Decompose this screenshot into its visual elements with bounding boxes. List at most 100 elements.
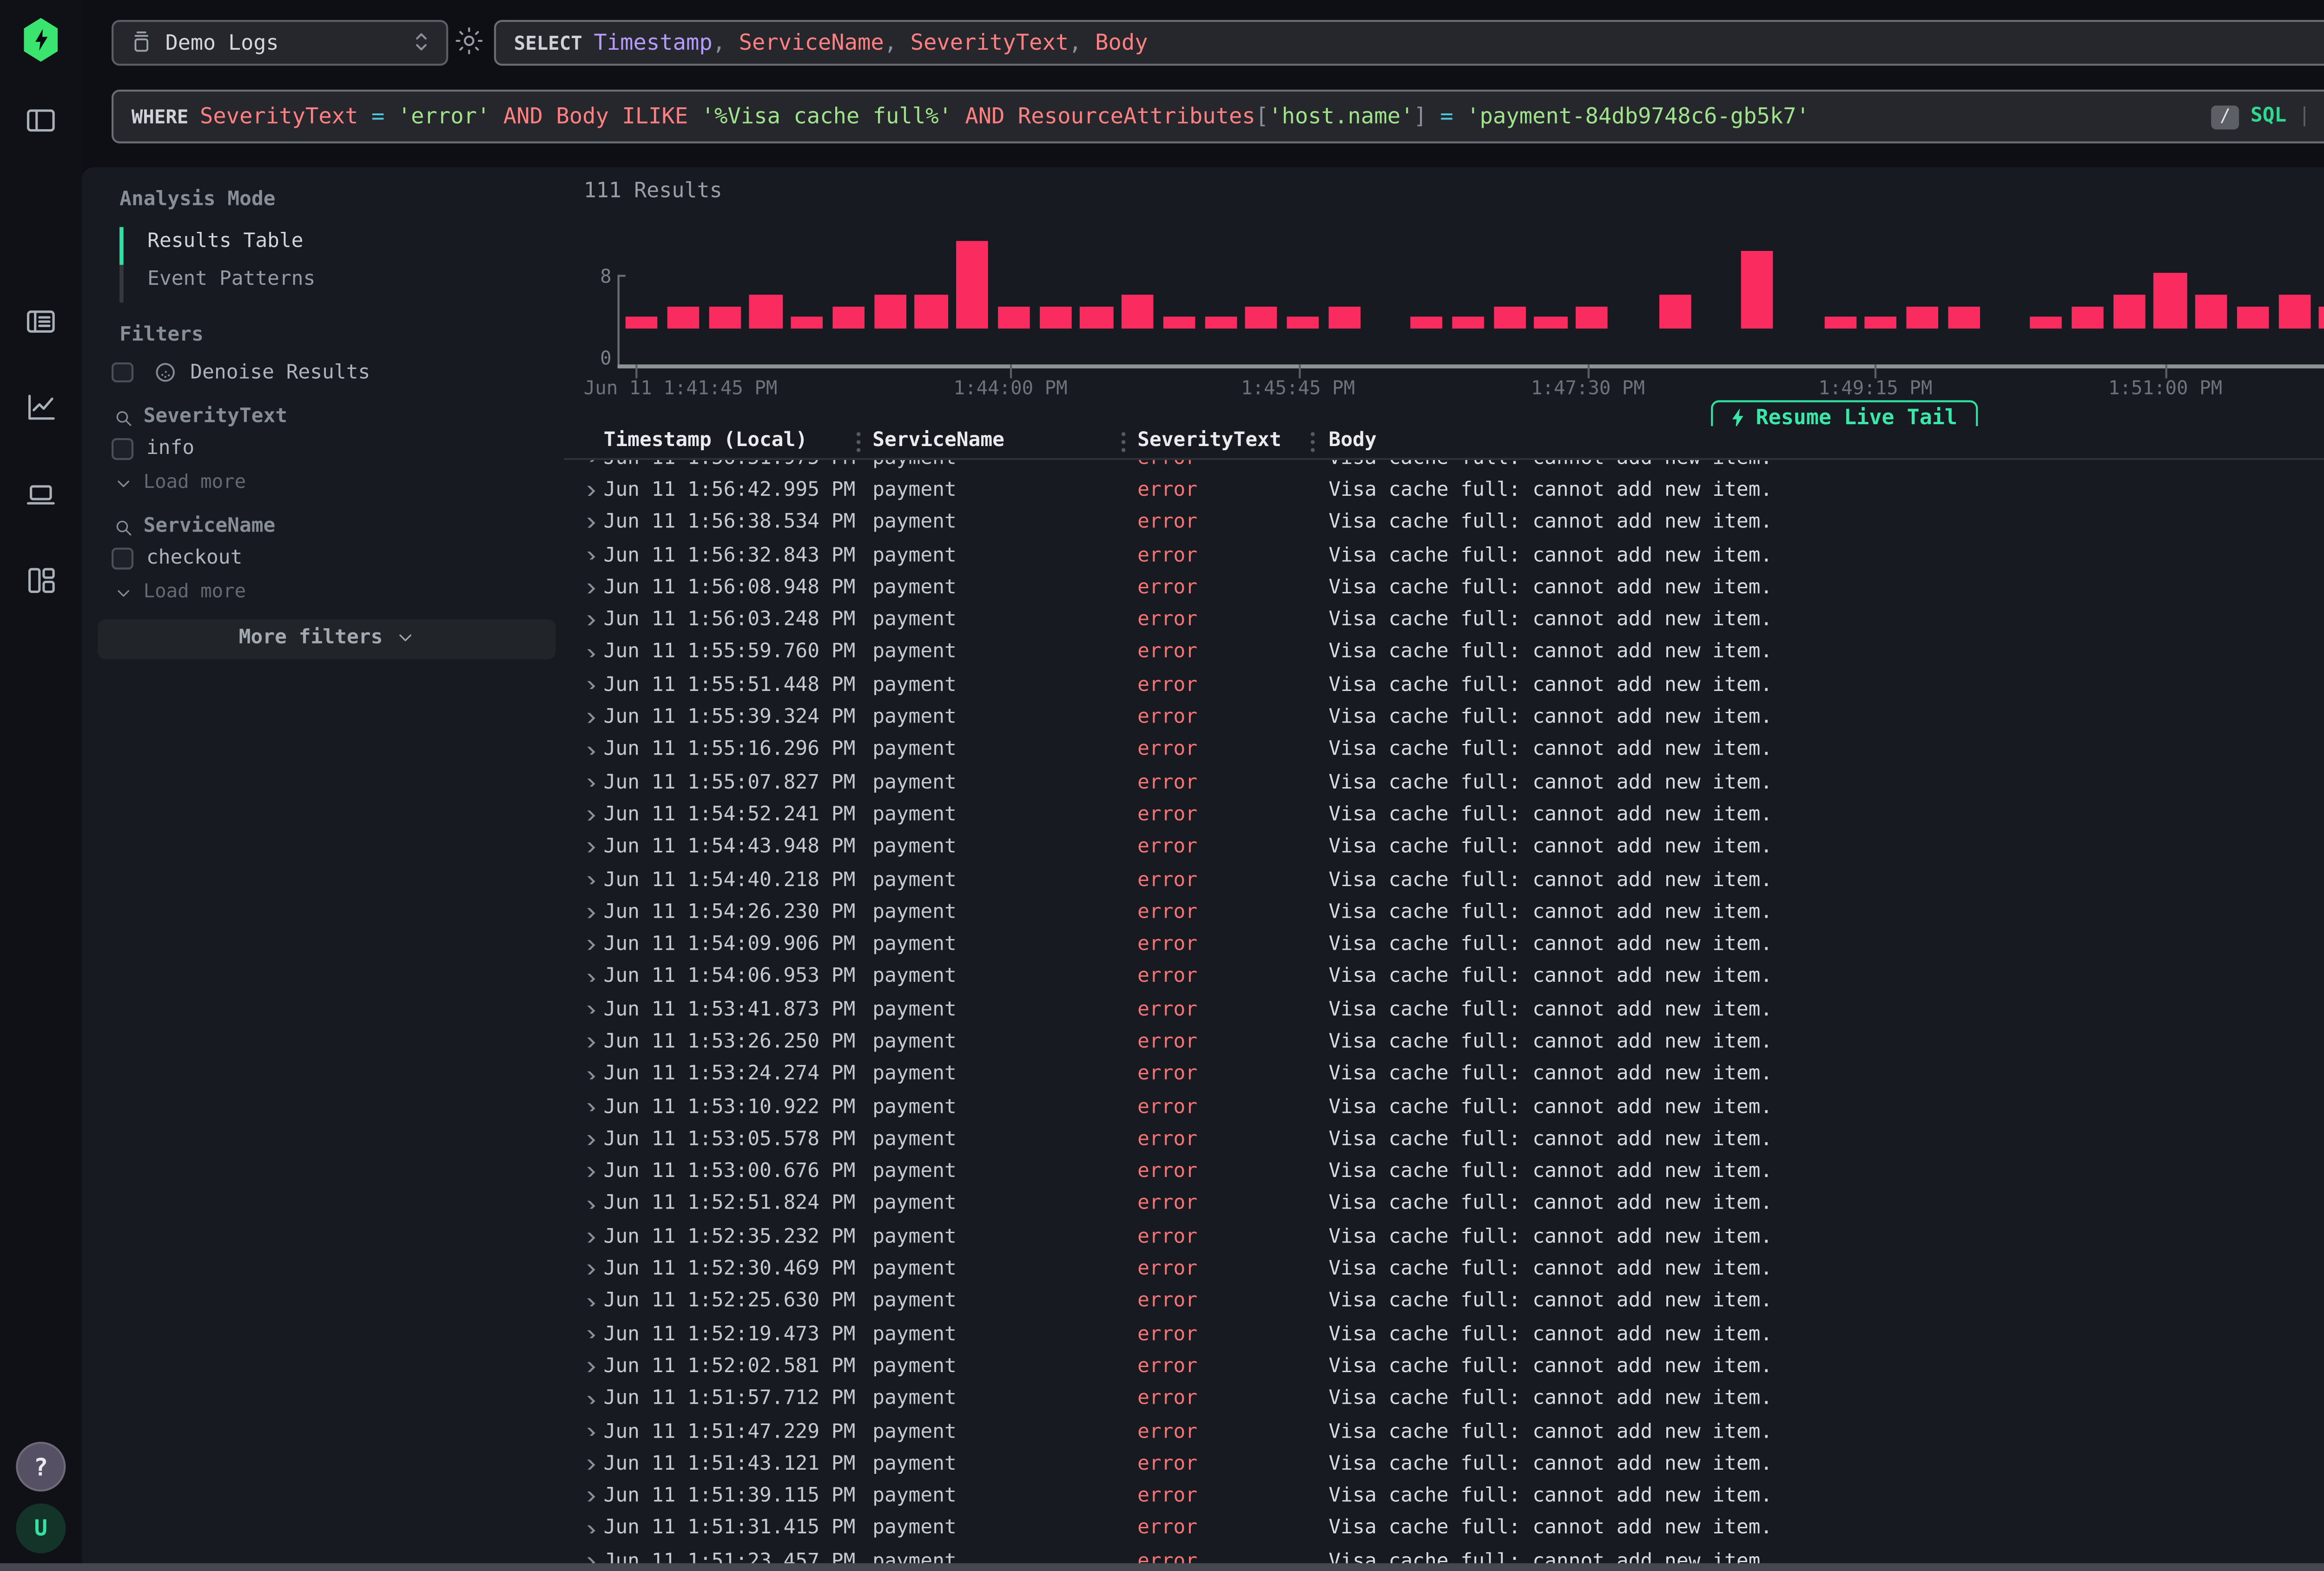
chevron-right-icon[interactable]: [582, 843, 594, 852]
expand-row-cell[interactable]: [574, 460, 603, 463]
chevron-right-icon[interactable]: [582, 519, 594, 527]
histogram-bar[interactable]: [2030, 316, 2062, 328]
lang-toggle-lucene[interactable]: Lucene: [2323, 105, 2324, 127]
table-row[interactable]: Jun 11 1:54:06.953 PMpaymenterrorVisa ca…: [564, 961, 2324, 994]
column-resize-handle[interactable]: [857, 431, 861, 451]
table-row[interactable]: Jun 11 1:56:03.248 PMpaymenterrorVisa ca…: [564, 605, 2324, 637]
histogram-bar-slot[interactable]: [1985, 240, 2026, 328]
table-row[interactable]: Jun 11 1:56:38.534 PMpaymenterrorVisa ca…: [564, 507, 2324, 539]
load-more-severitytext[interactable]: Load more: [113, 472, 246, 494]
histogram-bar[interactable]: [1907, 306, 1939, 328]
histogram-bar[interactable]: [1535, 316, 1567, 328]
expand-row-cell[interactable]: [574, 1298, 603, 1307]
chevron-right-icon[interactable]: [582, 584, 594, 592]
histogram-bar[interactable]: [1204, 316, 1236, 328]
histogram-bar[interactable]: [2237, 306, 2269, 328]
histogram-bar-slot[interactable]: [2108, 240, 2150, 328]
chevron-right-icon[interactable]: [582, 616, 594, 625]
info-checkbox[interactable]: [112, 439, 132, 460]
chevron-right-icon[interactable]: [582, 1200, 594, 1209]
chevron-right-icon[interactable]: [582, 1006, 594, 1014]
chevron-right-icon[interactable]: [582, 973, 594, 982]
expand-row-cell[interactable]: [574, 1103, 603, 1112]
histogram-bar-slot[interactable]: [1035, 240, 1076, 328]
infrastructure-icon[interactable]: [24, 478, 58, 512]
col-timestamp[interactable]: Timestamp (Local): [604, 431, 873, 453]
table-row[interactable]: Jun 11 1:55:59.760 PMpaymenterrorVisa ca…: [564, 637, 2324, 669]
expand-row-cell[interactable]: [574, 1525, 603, 1534]
histogram-bar[interactable]: [1865, 316, 1897, 328]
histogram-bar[interactable]: [2196, 295, 2228, 328]
lang-toggle-sql[interactable]: SQL: [2251, 105, 2286, 127]
expand-row-cell[interactable]: [574, 1168, 603, 1177]
histogram-bar-slot[interactable]: [2150, 240, 2191, 328]
chevron-right-icon[interactable]: [582, 486, 594, 495]
histogram-bar-slot[interactable]: [2067, 240, 2108, 328]
panel-toggle-icon[interactable]: [24, 104, 58, 138]
expand-row-cell[interactable]: [574, 713, 603, 722]
expand-row-cell[interactable]: [574, 1330, 603, 1339]
expand-row-cell[interactable]: [574, 973, 603, 982]
histogram-bar-slot[interactable]: [663, 240, 704, 328]
table-row[interactable]: Jun 11 1:51:47.229 PMpaymenterrorVisa ca…: [564, 1416, 2324, 1448]
chevron-right-icon[interactable]: [582, 681, 594, 690]
histogram-bar-slot[interactable]: [1696, 240, 1737, 328]
load-more-servicename[interactable]: Load more: [113, 581, 246, 603]
table-row[interactable]: Jun 11 1:53:10.922 PMpaymenterrorVisa ca…: [564, 1091, 2324, 1124]
chevron-right-icon[interactable]: [582, 1362, 594, 1371]
denoise-results-row[interactable]: Denoise Results: [112, 361, 370, 384]
histogram-bar[interactable]: [709, 306, 741, 328]
chevron-right-icon[interactable]: [582, 713, 594, 722]
chevron-right-icon[interactable]: [582, 551, 594, 560]
chevron-right-icon[interactable]: [582, 1460, 594, 1469]
histogram-bar[interactable]: [1246, 306, 1278, 328]
histogram-bar[interactable]: [1493, 306, 1525, 328]
expand-row-cell[interactable]: [574, 746, 603, 755]
dashboards-icon[interactable]: [24, 564, 58, 598]
histogram-bar[interactable]: [1287, 316, 1319, 328]
table-row[interactable]: Jun 11 1:53:26.250 PMpaymenterrorVisa ca…: [564, 1026, 2324, 1059]
avatar[interactable]: U: [16, 1504, 66, 1553]
expand-row-cell[interactable]: [574, 876, 603, 885]
expand-row-cell[interactable]: [574, 551, 603, 560]
histogram-bar[interactable]: [832, 306, 865, 328]
histogram-bar-slot[interactable]: [1324, 240, 1365, 328]
histogram-bar[interactable]: [874, 295, 906, 328]
histogram-bar-slot[interactable]: [1902, 240, 1943, 328]
histogram-bar[interactable]: [2072, 306, 2104, 328]
table-row[interactable]: Jun 11 1:54:52.241 PMpaymenterrorVisa ca…: [564, 799, 2324, 832]
search-icon[interactable]: [113, 517, 133, 537]
chevron-right-icon[interactable]: [582, 1395, 594, 1404]
histogram-bar[interactable]: [1824, 316, 1856, 328]
table-row[interactable]: Jun 11 1:54:40.218 PMpaymenterrorVisa ca…: [564, 864, 2324, 896]
histogram-bar[interactable]: [2278, 295, 2310, 328]
histogram-bar[interactable]: [1411, 316, 1443, 328]
table-row[interactable]: Jun 11 1:56:32.843 PMpaymenterrorVisa ca…: [564, 539, 2324, 572]
histogram-bar-slot[interactable]: [1861, 240, 1902, 328]
chevron-right-icon[interactable]: [582, 1427, 594, 1436]
histogram-bar-slot[interactable]: [621, 240, 663, 328]
histogram-bar-slot[interactable]: [746, 240, 787, 328]
histogram-bar-slot[interactable]: [1571, 240, 1613, 328]
col-servicename[interactable]: ServiceName: [872, 431, 1137, 453]
expand-row-cell[interactable]: [574, 681, 603, 690]
denoise-checkbox[interactable]: [112, 362, 132, 383]
table-row[interactable]: Jun 11 1:52:51.824 PMpaymenterrorVisa ca…: [564, 1189, 2324, 1221]
histogram-bar-slot[interactable]: [1117, 240, 1158, 328]
table-row[interactable]: Jun 11 1:54:26.230 PMpaymenterrorVisa ca…: [564, 896, 2324, 929]
histogram-bar[interactable]: [1122, 295, 1154, 328]
histogram-bar-slot[interactable]: [1076, 240, 1117, 328]
chevron-right-icon[interactable]: [582, 746, 594, 755]
table-row[interactable]: Jun 11 1:52:30.469 PMpaymenterrorVisa ca…: [564, 1254, 2324, 1286]
help-button[interactable]: ?: [16, 1442, 66, 1492]
histogram-bar[interactable]: [667, 306, 700, 328]
expand-row-cell[interactable]: [574, 1071, 603, 1079]
histogram-bar-slot[interactable]: [1282, 240, 1324, 328]
histogram-bar-slot[interactable]: [1736, 240, 1778, 328]
histogram-bar[interactable]: [1163, 316, 1195, 328]
histogram-bar-slot[interactable]: [2191, 240, 2232, 328]
histogram-bar[interactable]: [1328, 306, 1360, 328]
expand-row-cell[interactable]: [574, 811, 603, 820]
search-logs-icon[interactable]: [24, 305, 58, 339]
histogram-bar[interactable]: [1948, 306, 1980, 328]
